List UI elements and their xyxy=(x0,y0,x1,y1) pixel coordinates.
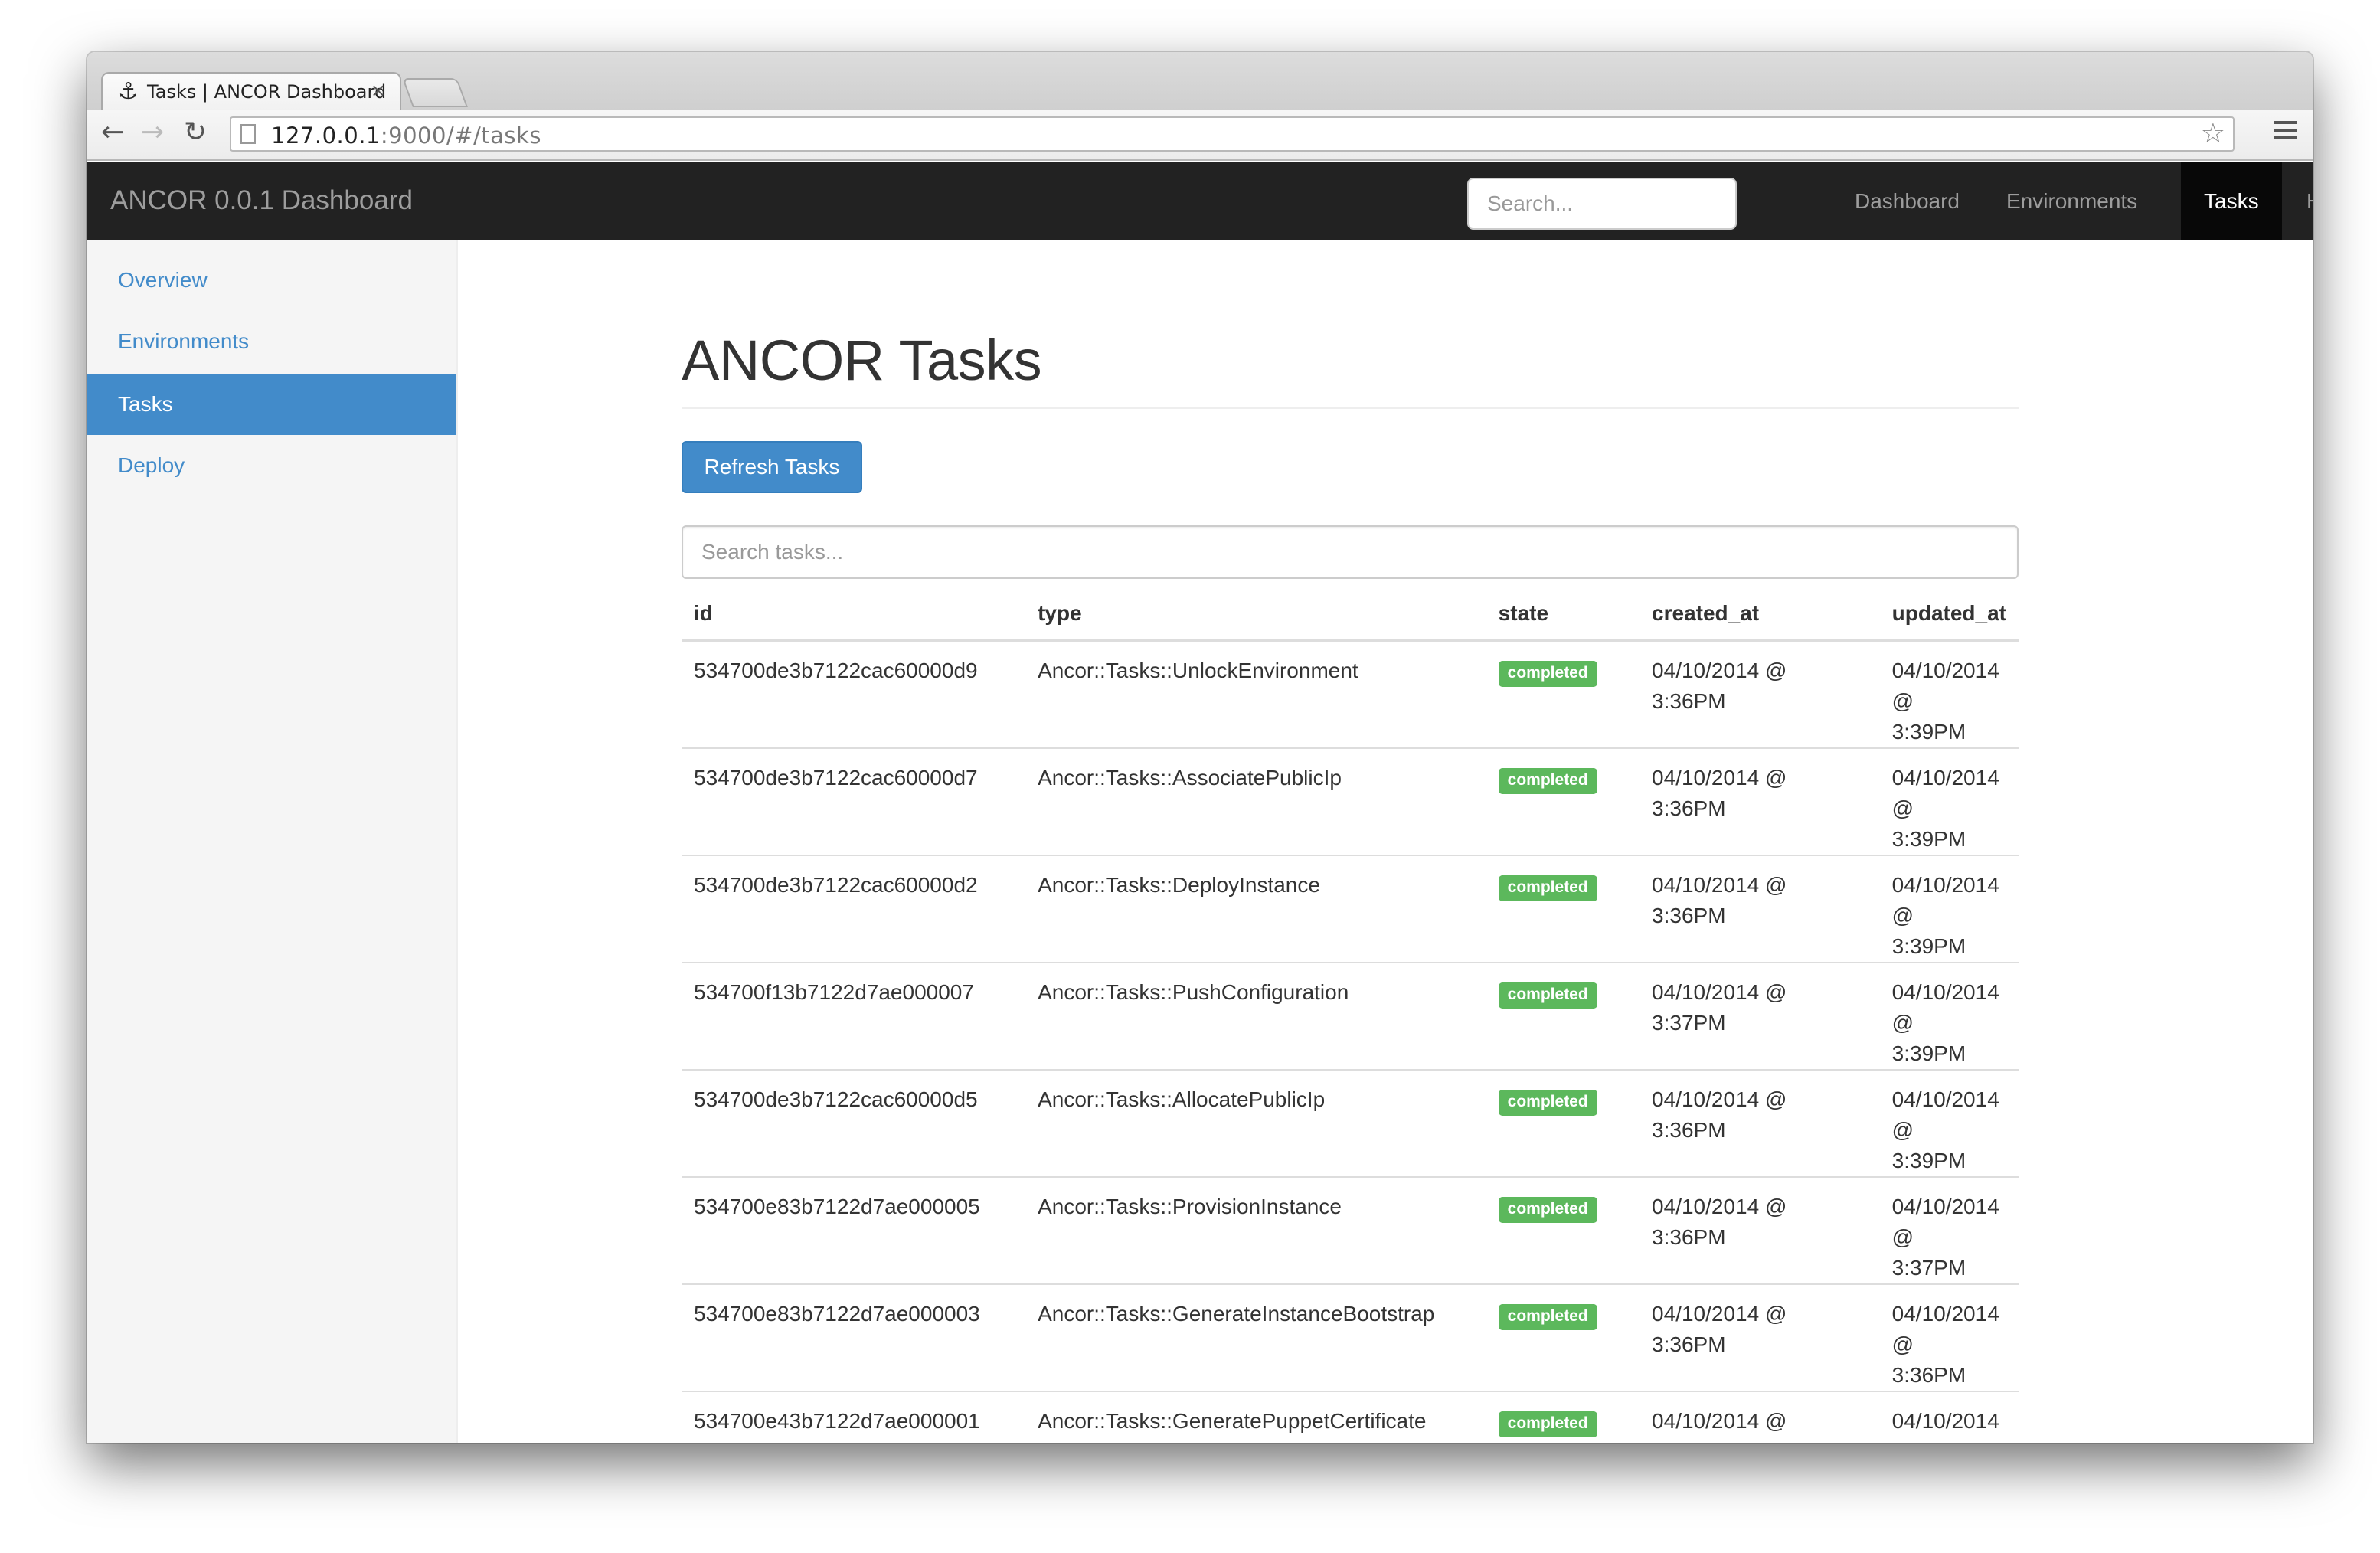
tasks-table-body: 534700de3b7122cac60000d9 Ancor::Tasks::Un… xyxy=(682,640,2019,1443)
task-state-cell: completed xyxy=(1486,748,1640,856)
column-header-id[interactable]: id xyxy=(682,588,1026,642)
status-badge: completed xyxy=(1498,768,1597,794)
task-updated-at-cell: 04/10/2014 @ 3:39PM xyxy=(1879,963,2019,1071)
task-id-cell: 534700e43b7122d7ae000001 xyxy=(682,1391,1026,1443)
task-type-cell: Ancor::Tasks::AllocatePublicIp xyxy=(1025,1070,1486,1178)
column-header-updated-at[interactable]: updated_at xyxy=(1879,588,2019,642)
nav-tasks[interactable]: Tasks xyxy=(2181,162,2282,240)
task-created-at-cell: 04/10/2014 @ 3:36PM xyxy=(1640,748,1880,856)
sidebar-item-overview[interactable]: Overview xyxy=(87,250,456,311)
nav-environments[interactable]: Environments xyxy=(1983,162,2160,240)
nav-help[interactable]: Help xyxy=(2285,162,2313,240)
task-id-cell: 534700de3b7122cac60000d5 xyxy=(682,1070,1026,1178)
menu-icon[interactable] xyxy=(2274,121,2297,144)
task-id-cell: 534700de3b7122cac60000d2 xyxy=(682,855,1026,963)
task-created-at-cell: 04/10/2014 @ 3:36PM xyxy=(1640,855,1880,963)
table-row[interactable]: 534700de3b7122cac60000d5 Ancor::Tasks::Al… xyxy=(682,1070,2019,1178)
task-state-cell: completed xyxy=(1486,855,1640,963)
task-type-cell: Ancor::Tasks::GeneratePuppetCertificate xyxy=(1025,1391,1486,1443)
sidebar: Overview Environments Tasks Deploy xyxy=(87,240,458,1443)
status-badge: completed xyxy=(1498,661,1597,687)
task-id-cell: 534700e83b7122d7ae000005 xyxy=(682,1177,1026,1285)
task-state-cell: completed xyxy=(1486,640,1640,749)
navbar-search-input[interactable] xyxy=(1467,178,1737,230)
task-created-at-cell: 04/10/2014 @ 3:36PM xyxy=(1640,1070,1880,1178)
task-id-cell: 534700f13b7122d7ae000007 xyxy=(682,963,1026,1071)
table-row[interactable]: 534700de3b7122cac60000d7 Ancor::Tasks::As… xyxy=(682,748,2019,856)
new-tab-button[interactable] xyxy=(402,78,468,107)
table-row[interactable]: 534700e83b7122d7ae000005 Ancor::Tasks::Pr… xyxy=(682,1177,2019,1285)
back-arrow-icon[interactable]: ← xyxy=(101,116,124,148)
page-icon xyxy=(240,124,256,144)
status-badge: completed xyxy=(1498,1090,1597,1116)
column-header-state[interactable]: state xyxy=(1486,588,1640,642)
task-type-cell: Ancor::Tasks::DeployInstance xyxy=(1025,855,1486,963)
task-updated-at-cell: 04/10/2014 @ 3:39PM xyxy=(1879,748,2019,856)
task-created-at-cell: 04/10/2014 @ 3:36PM xyxy=(1640,1391,1880,1443)
status-badge: completed xyxy=(1498,982,1597,1009)
task-updated-at-cell: 04/10/2014 @ 3:36PM xyxy=(1879,1391,2019,1443)
task-state-cell: completed xyxy=(1486,1070,1640,1178)
task-state-cell: completed xyxy=(1486,1177,1640,1285)
anchor-icon: ⚓ xyxy=(118,78,139,105)
reload-icon[interactable]: ↻ xyxy=(184,116,207,148)
browser-window: ⚓ Tasks | ANCOR Dashboard × ← → ↻ 127.0.… xyxy=(87,52,2313,1443)
url-path: :9000/#/tasks xyxy=(380,123,541,149)
table-row[interactable]: 534700e43b7122d7ae000001 Ancor::Tasks::Ge… xyxy=(682,1391,2019,1443)
forward-arrow-icon[interactable]: → xyxy=(141,116,164,148)
close-icon[interactable]: × xyxy=(371,80,386,101)
page-title: ANCOR Tasks xyxy=(682,329,1042,392)
task-updated-at-cell: 04/10/2014 @ 3:39PM xyxy=(1879,1070,2019,1178)
url-host: 127.0.0.1 xyxy=(271,123,381,149)
table-row[interactable]: 534700f13b7122d7ae000007 Ancor::Tasks::Pu… xyxy=(682,963,2019,1071)
task-type-cell: Ancor::Tasks::ProvisionInstance xyxy=(1025,1177,1486,1285)
task-state-cell: completed xyxy=(1486,1391,1640,1443)
task-type-cell: Ancor::Tasks::GenerateInstanceBootstrap xyxy=(1025,1284,1486,1392)
task-state-cell: completed xyxy=(1486,1284,1640,1392)
sidebar-item-tasks[interactable]: Tasks xyxy=(87,374,456,435)
task-state-cell: completed xyxy=(1486,963,1640,1071)
task-created-at-cell: 04/10/2014 @ 3:36PM xyxy=(1640,1177,1880,1285)
browser-tab[interactable]: ⚓ Tasks | ANCOR Dashboard × xyxy=(101,72,401,110)
star-icon[interactable]: ☆ xyxy=(2201,118,2225,149)
status-badge: completed xyxy=(1498,1197,1597,1223)
task-id-cell: 534700de3b7122cac60000d9 xyxy=(682,640,1026,749)
tasks-table: id type state created_at updated_at 5347… xyxy=(682,588,2019,1443)
column-header-created-at[interactable]: created_at xyxy=(1640,588,1880,642)
top-navbar: ANCOR 0.0.1 Dashboard Dashboard Environm… xyxy=(87,162,2313,240)
status-badge: completed xyxy=(1498,1304,1597,1330)
sidebar-item-deploy[interactable]: Deploy xyxy=(87,435,456,496)
task-type-cell: Ancor::Tasks::AssociatePublicIp xyxy=(1025,748,1486,856)
task-created-at-cell: 04/10/2014 @ 3:36PM xyxy=(1640,640,1880,749)
refresh-tasks-button[interactable]: Refresh Tasks xyxy=(682,441,862,493)
task-created-at-cell: 04/10/2014 @ 3:37PM xyxy=(1640,963,1880,1071)
status-badge: completed xyxy=(1498,1411,1597,1437)
browser-toolbar: ← → ↻ 127.0.0.1:9000/#/tasks ☆ xyxy=(87,110,2313,161)
task-id-cell: 534700e83b7122d7ae000003 xyxy=(682,1284,1026,1392)
task-updated-at-cell: 04/10/2014 @ 3:36PM xyxy=(1879,1284,2019,1392)
brand-link[interactable]: ANCOR 0.0.1 Dashboard xyxy=(110,185,413,216)
table-row[interactable]: 534700e83b7122d7ae000003 Ancor::Tasks::Ge… xyxy=(682,1284,2019,1392)
task-updated-at-cell: 04/10/2014 @ 3:39PM xyxy=(1879,640,2019,749)
table-row[interactable]: 534700de3b7122cac60000d2 Ancor::Tasks::De… xyxy=(682,855,2019,963)
table-row[interactable]: 534700de3b7122cac60000d9 Ancor::Tasks::Un… xyxy=(682,640,2019,749)
address-bar[interactable]: 127.0.0.1:9000/#/tasks ☆ xyxy=(230,116,2235,152)
column-header-type[interactable]: type xyxy=(1025,588,1486,642)
task-updated-at-cell: 04/10/2014 @ 3:37PM xyxy=(1879,1177,2019,1285)
tab-title: Tasks | ANCOR Dashboard xyxy=(147,81,387,103)
task-type-cell: Ancor::Tasks::PushConfiguration xyxy=(1025,963,1486,1071)
task-updated-at-cell: 04/10/2014 @ 3:39PM xyxy=(1879,855,2019,963)
nav-dashboard[interactable]: Dashboard xyxy=(1833,162,1981,240)
tab-strip: ⚓ Tasks | ANCOR Dashboard × xyxy=(87,52,2313,110)
table-header-row: id type state created_at updated_at xyxy=(682,588,2019,642)
task-id-cell: 534700de3b7122cac60000d7 xyxy=(682,748,1026,856)
status-badge: completed xyxy=(1498,875,1597,901)
title-divider xyxy=(682,407,2019,409)
url-text: 127.0.0.1:9000/#/tasks xyxy=(271,123,541,149)
task-created-at-cell: 04/10/2014 @ 3:36PM xyxy=(1640,1284,1880,1392)
task-search-input[interactable] xyxy=(682,525,2019,579)
task-type-cell: Ancor::Tasks::UnlockEnvironment xyxy=(1025,640,1486,749)
sidebar-item-environments[interactable]: Environments xyxy=(87,311,456,372)
